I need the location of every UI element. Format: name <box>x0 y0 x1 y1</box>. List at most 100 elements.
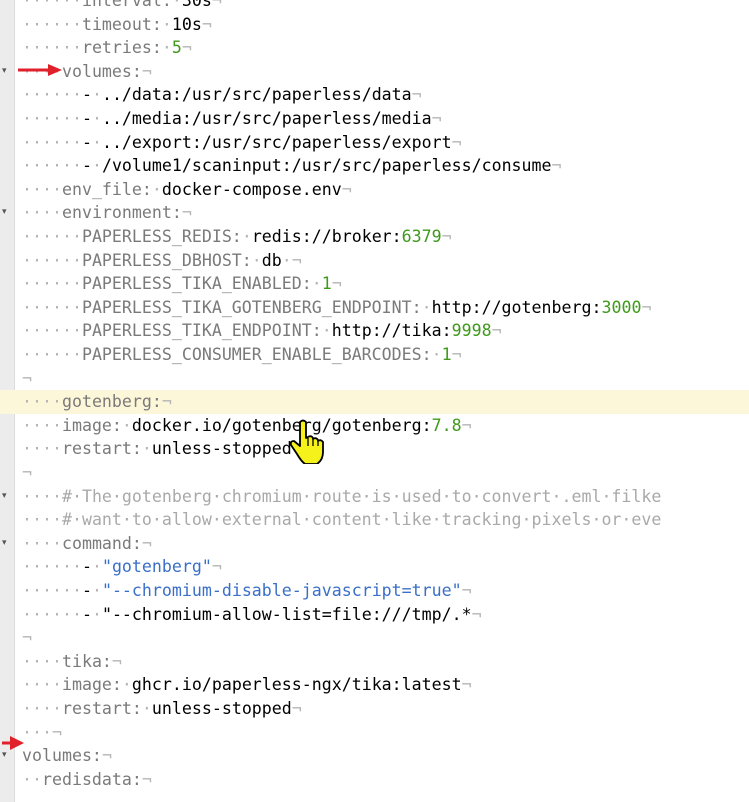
code-line[interactable]: ····image:·ghcr.io/paperless-ngx/tika:la… <box>0 673 749 697</box>
code-token: PAPERLESS_TIKA_ENABLED: <box>81 274 312 294</box>
fold-toggle-icon[interactable]: ▾ <box>2 201 7 225</box>
code-token: ¬ <box>201 14 212 34</box>
code-token: ¬ <box>451 132 462 152</box>
code-line[interactable]: ······PAPERLESS_TIKA_ENDPOINT:·http://ti… <box>0 319 749 343</box>
code-line[interactable]: ····restart:·unless-stopped¬ <box>0 697 749 721</box>
fold-toggle-icon[interactable]: ▾ <box>2 60 7 84</box>
code-token: http://gotenberg: <box>431 297 602 317</box>
code-token: - <box>81 156 92 176</box>
code-token: · <box>421 297 432 317</box>
code-text: ······-·../media:/usr/src/paperless/medi… <box>22 107 442 131</box>
code-line[interactable]: ▾ ····environment:¬ <box>0 201 749 225</box>
code-line[interactable]: ······PAPERLESS_TIKA_ENABLED:·1¬ <box>0 272 749 296</box>
code-line[interactable]: ····env_file:·docker-compose.env¬ <box>0 178 749 202</box>
code-token: 9998 <box>451 321 492 341</box>
code-token: ······ <box>22 604 82 624</box>
code-token: env_file: <box>61 179 152 199</box>
code-line[interactable]: ▾····volumes:¬ <box>0 60 749 84</box>
code-token: · <box>161 14 172 34</box>
code-token: ·¬ <box>281 250 302 270</box>
code-token: ¬ <box>22 463 32 482</box>
code-token: · <box>321 321 332 341</box>
code-token: PAPERLESS_TIKA_ENDPOINT: <box>81 321 322 341</box>
fold-toggle-icon[interactable]: ▾ <box>2 485 7 509</box>
code-editor[interactable]: ······interval:·30s¬ ······timeout:·10s¬ ·… <box>0 0 749 802</box>
code-line[interactable]: ······PAPERLESS_REDIS:·redis://broker:63… <box>0 225 749 249</box>
code-line[interactable]: ····image:·docker.io/gotenberg/gotenberg… <box>0 414 749 438</box>
code-token: ···· <box>22 533 62 553</box>
code-line[interactable]: ····gotenberg:¬ <box>0 390 749 414</box>
code-token: ···· <box>22 510 62 530</box>
code-line[interactable]: ······PAPERLESS_CONSUMER_ENABLE_BARCODES… <box>0 343 749 367</box>
code-line[interactable]: ······-·"--chromium-allow-list=file:///t… <box>0 603 749 627</box>
code-token: retries: <box>81 38 162 58</box>
code-line[interactable]: ···¬ <box>0 721 749 745</box>
code-token: redisdata: <box>41 769 142 789</box>
code-token: PAPERLESS_TIKA_GOTENBERG_ENDPOINT: <box>81 297 422 317</box>
code-line[interactable]: ¬ <box>0 367 749 391</box>
code-text: ······timeout:·10s¬ <box>22 13 212 37</box>
hand-cursor-icon <box>289 419 324 464</box>
code-line[interactable]: ······-·../data:/usr/src/paperless/data¬ <box>0 83 749 107</box>
code-line[interactable]: ¬ <box>0 626 749 650</box>
code-line[interactable]: ······-·"--chromium-disable-javascript=t… <box>0 579 749 603</box>
code-token: ······ <box>22 250 82 270</box>
code-line[interactable]: ······interval:·30s¬ <box>0 0 749 13</box>
code-token: ¬ <box>141 61 152 81</box>
code-text: ····#·want·to·allow·external·content·lik… <box>22 508 661 532</box>
code-line[interactable]: ··redisdata:¬ <box>0 768 749 792</box>
code-token: ···· <box>22 179 62 199</box>
code-token: ······ <box>22 38 82 58</box>
code-token: ¬ <box>181 38 192 58</box>
code-text: ······PAPERLESS_CONSUMER_ENABLE_BARCODES… <box>22 343 462 367</box>
code-token: · <box>241 227 252 246</box>
code-token: · <box>431 345 442 364</box>
code-text: ······-·/volume1/scaninput:/usr/src/pape… <box>22 154 562 178</box>
code-line[interactable]: ······-·/volume1/scaninput:/usr/src/pape… <box>0 154 749 178</box>
code-token: docker-compose.env <box>161 179 342 199</box>
code-token: ¬ <box>161 392 172 412</box>
code-token: - <box>81 132 92 152</box>
code-text: volumes:¬ <box>22 744 112 768</box>
code-line[interactable]: ······-·../media:/usr/src/paperless/medi… <box>0 107 749 131</box>
code-text: ······PAPERLESS_TIKA_ENDPOINT:·http://ti… <box>22 319 502 343</box>
code-token: ···· <box>22 439 62 459</box>
code-line[interactable]: ····restart:·unless-stopped¬ <box>0 437 749 461</box>
code-line[interactable]: ▾ ····#·The·gotenberg·chromium·route·is·u… <box>0 485 749 509</box>
code-token: command: <box>61 533 142 553</box>
code-token: ······ <box>22 581 82 600</box>
code-token: ¬ <box>341 179 352 199</box>
code-text: ······-·"--chromium-disable-javascript=t… <box>22 579 472 603</box>
code-line[interactable]: ······PAPERLESS_TIKA_GOTENBERG_ENDPOINT:… <box>0 296 749 320</box>
code-text: ······interval:·30s¬ <box>22 0 222 13</box>
code-token: PAPERLESS_REDIS: <box>81 227 242 246</box>
code-token: 5 <box>171 38 182 58</box>
code-token: image: <box>61 675 122 695</box>
code-token: ···· <box>22 651 62 671</box>
code-line[interactable]: ¬ <box>0 461 749 485</box>
code-text: ····restart:·unless-stopped¬ <box>22 437 302 461</box>
code-line[interactable]: ▾ ····command:¬ <box>0 532 749 556</box>
code-line[interactable]: ······-·"gotenberg"¬ <box>0 555 749 579</box>
code-line[interactable]: ····tika:¬ <box>0 650 749 674</box>
code-token: · <box>91 557 102 577</box>
fold-toggle-icon[interactable]: ▾ <box>2 532 7 556</box>
code-token: ¬ <box>431 109 442 128</box>
code-line[interactable]: ▾ volumes:¬ <box>0 744 749 768</box>
code-token: ¬ <box>22 368 32 388</box>
code-line[interactable]: ······retries:·5¬ <box>0 36 749 60</box>
code-token: - <box>81 581 92 600</box>
code-token: restart: <box>61 699 142 718</box>
code-line[interactable]: ······timeout:·10s¬ <box>0 13 749 37</box>
code-token: · <box>251 250 262 270</box>
code-token: · <box>141 699 152 718</box>
code-token: ······ <box>22 345 82 364</box>
code-line[interactable]: ····#·want·to·allow·external·content·lik… <box>0 508 749 532</box>
code-token: ¬ <box>22 628 32 648</box>
code-line[interactable]: ······-·../export:/usr/src/paperless/exp… <box>0 131 749 155</box>
code-text: ····image:·docker.io/gotenberg/gotenberg… <box>22 414 472 438</box>
code-token: gotenberg: <box>61 392 162 412</box>
code-text: ····environment:¬ <box>22 201 192 225</box>
code-token: db <box>261 250 282 270</box>
code-line[interactable]: ······PAPERLESS_DBHOST:·db·¬ <box>0 249 749 273</box>
